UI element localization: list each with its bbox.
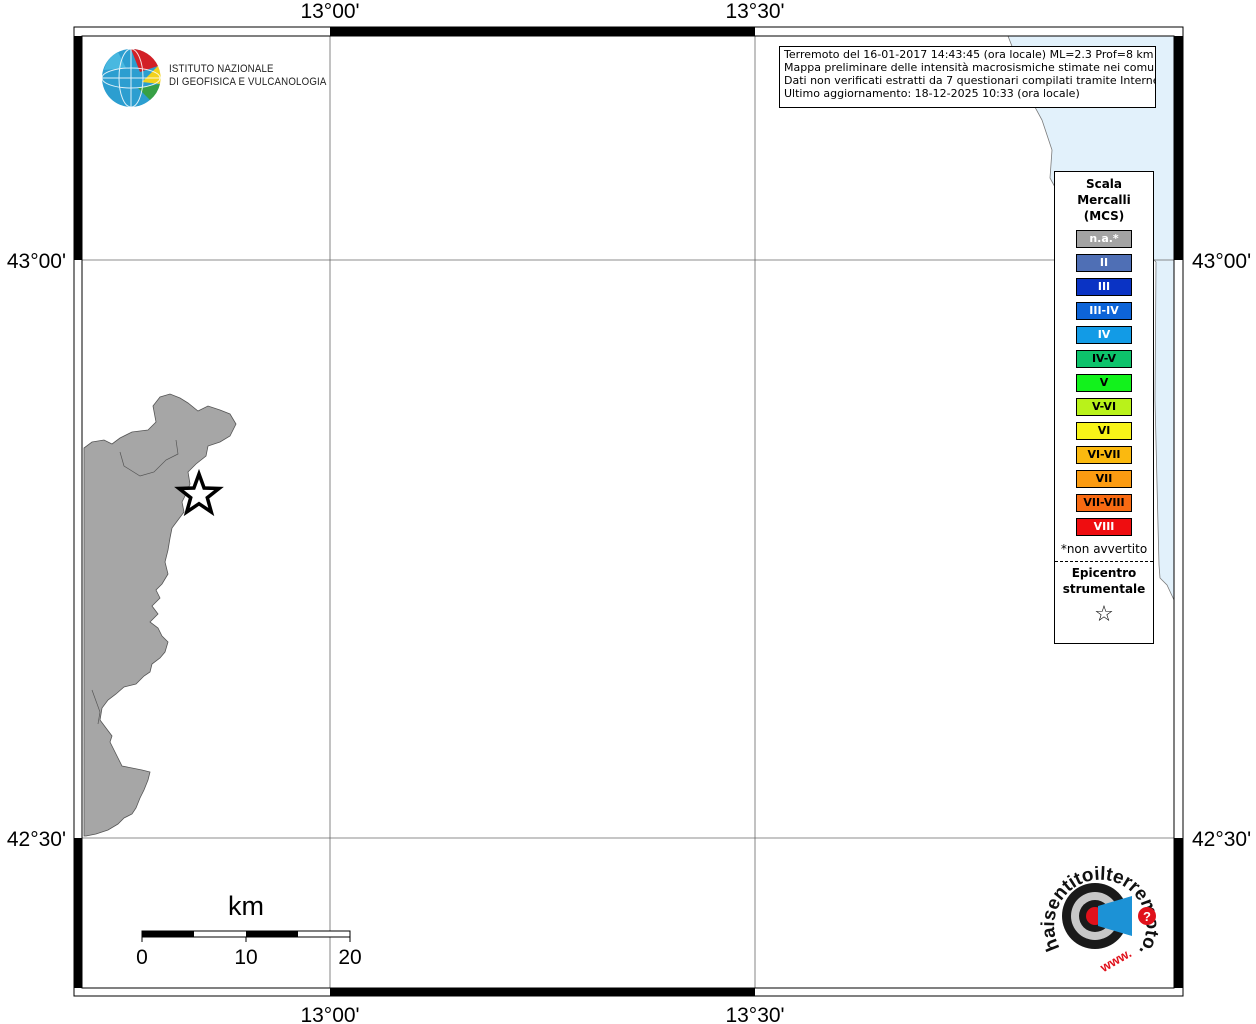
legend-title-line: Scala	[1085, 177, 1123, 191]
legend-divider	[1055, 561, 1153, 562]
lon-label-bottom: 13°00'	[300, 1004, 359, 1024]
lon-label-top: 13°30'	[725, 0, 784, 23]
scalebar-tick: 10	[234, 946, 257, 969]
lat-label-left: 43°00'	[7, 250, 66, 273]
intensity-level-item: n.a.*	[1076, 230, 1132, 248]
lon-label-bottom: 13°30'	[725, 1004, 784, 1024]
graticule	[82, 36, 1174, 988]
intensity-level-item: V	[1076, 374, 1132, 392]
intensity-level-item: III	[1076, 278, 1132, 296]
institute-line: ISTITUTO NAZIONALE	[169, 63, 274, 75]
event-info-line: Terremoto del 16-01-2017 14:43:45 (ora l…	[784, 48, 1154, 61]
institute-line: DI GEOFISICA E VULCANOLOGIA	[169, 76, 327, 88]
scalebar-tick: 0	[136, 946, 148, 969]
star-outline-icon: ☆	[1094, 602, 1114, 627]
brand-prefix: www.	[1097, 945, 1134, 975]
ingv-logo-icon	[101, 48, 161, 108]
legend-title: Scala Mercalli (MCS)	[1055, 176, 1153, 224]
legend-title-line: (MCS)	[1083, 209, 1125, 223]
intensity-scale-list: n.a.* II III III-IV IV IV-V V V-VI VI VI-VII VII VI…	[1055, 230, 1153, 536]
scalebar-unit: km	[228, 891, 264, 921]
lat-label-left: 42°30'	[7, 828, 66, 851]
scalebar	[141, 930, 351, 942]
intensity-level-item: III-IV	[1076, 302, 1132, 320]
lat-label-right: 43°00'	[1192, 250, 1251, 273]
event-info-line: Ultimo aggiornamento: 18-12-2025 10:33 (…	[784, 87, 1080, 100]
legend-note: *non avvertito	[1060, 542, 1148, 556]
lon-label-top: 13°00'	[300, 0, 359, 23]
event-info-line: Dati non verificati estratti da 7 questi…	[784, 74, 1156, 87]
intensity-level-item: VII-VIII	[1076, 494, 1132, 512]
map-frame	[73, 26, 1184, 997]
intensity-level-item: VI-VII	[1076, 446, 1132, 464]
event-info-line: Mappa preliminare delle intensità macros…	[784, 61, 1156, 74]
mcs-legend: Scala Mercalli (MCS) n.a.* II III III-IV IV I…	[1054, 171, 1154, 644]
legend-title-line: Mercalli	[1077, 193, 1131, 207]
intensity-level-item: IV	[1076, 326, 1132, 344]
legend-epicenter-line: strumentale	[1062, 582, 1146, 596]
intensity-level-item: VIII	[1076, 518, 1132, 536]
intensity-level-item: VII	[1076, 470, 1132, 488]
intensity-level-item: VI	[1076, 422, 1132, 440]
intensity-level-item: IV-V	[1076, 350, 1132, 368]
scalebar-tick: 20	[338, 946, 361, 969]
intensity-level-item: II	[1076, 254, 1132, 272]
event-info-box: Terremoto del 16-01-2017 14:43:45 (ora l…	[779, 46, 1156, 108]
brand-question: ?	[1143, 909, 1151, 924]
legend-epicenter-label: Epicentro strumentale	[1055, 565, 1153, 597]
lat-label-right: 42°30'	[1192, 828, 1251, 851]
land-area	[83, 393, 237, 837]
intensity-level-item: V-VI	[1076, 398, 1132, 416]
legend-epicenter-line: Epicentro	[1071, 566, 1137, 580]
institute-name: ISTITUTO NAZIONALE DI GEOFISICA E VULCAN…	[169, 63, 327, 89]
